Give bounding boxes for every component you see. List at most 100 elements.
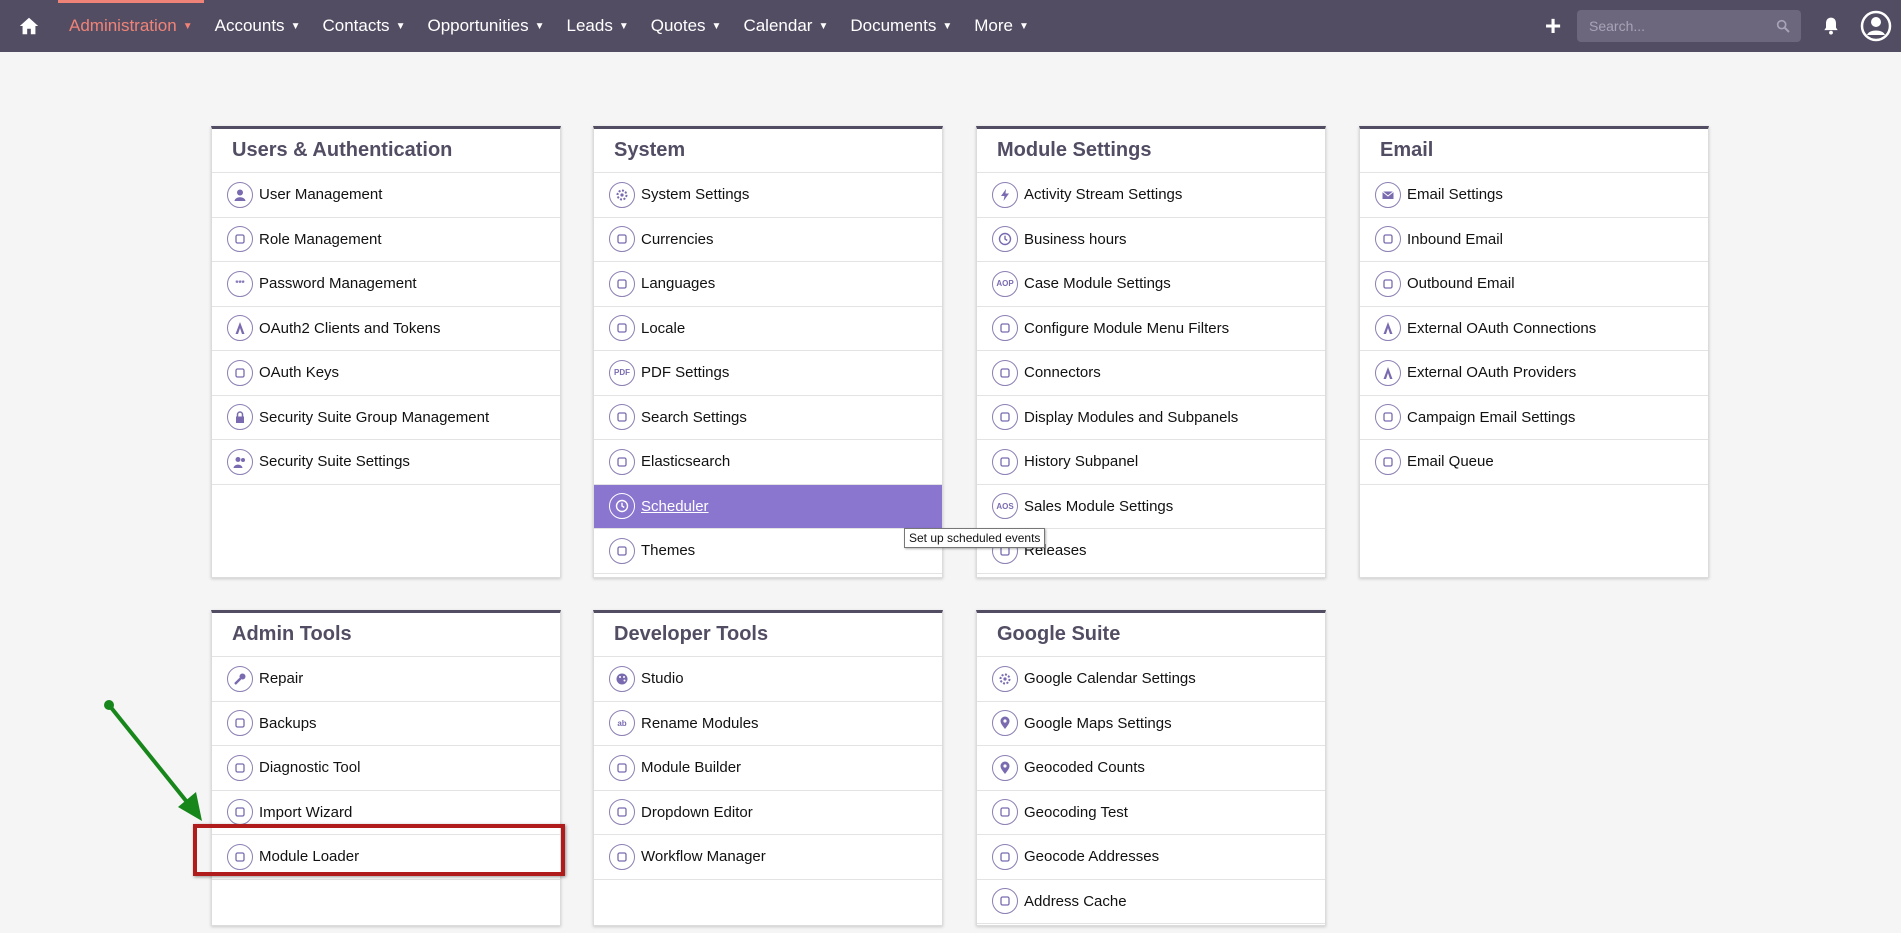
admin-link-label: Email Settings [1407,186,1503,204]
admin-link-google-maps-settings[interactable]: Google Maps Settings [977,702,1325,746]
admin-link-dropdown-editor[interactable]: Dropdown Editor [594,791,942,835]
admin-link-backups[interactable]: Backups [212,702,560,746]
admin-link-role-management[interactable]: Role Management [212,218,560,262]
panel-title: Email [1360,129,1708,173]
admin-link-sales-module-settings[interactable]: AOS Sales Module Settings [977,485,1325,529]
profile-button[interactable] [1851,0,1901,52]
admin-link-studio[interactable]: Studio [594,657,942,702]
elasticsearch-icon [609,448,635,475]
nav-item-documents[interactable]: Documents ▼ [839,0,963,52]
admin-link-external-oauth-connections[interactable]: External OAuth Connections [1360,307,1708,351]
scheduler-tooltip: Set up scheduled events [904,528,1046,548]
admin-link-rename-modules[interactable]: ab Rename Modules [594,702,942,746]
admin-link-diagnostic-tool[interactable]: Diagnostic Tool [212,746,560,791]
ab-icon: ab [609,710,635,737]
admin-link-label: Workflow Manager [641,848,766,866]
search-box[interactable] [1577,10,1801,42]
notifications-button[interactable] [1811,0,1851,52]
user-icon [227,181,253,208]
admin-link-pdf-settings[interactable]: PDF PDF Settings [594,351,942,396]
admin-link-case-module-settings[interactable]: AOP Case Module Settings [977,262,1325,307]
admin-link-business-hours[interactable]: Business hours [977,218,1325,262]
admin-link-label: OAuth Keys [259,364,340,382]
nav-item-label: Quotes [650,16,706,35]
nav-item-administration[interactable]: Administration ▼ [58,0,204,52]
key-icon [227,359,253,386]
admin-link-security-suite-settings[interactable]: Security Suite Settings [212,440,560,485]
speech-bubble-icon [609,270,635,297]
nav-item-label: Accounts [214,16,285,35]
home-icon [19,17,39,35]
admin-link-system-settings[interactable]: System Settings [594,173,942,218]
admin-link-outbound-email[interactable]: Outbound Email [1360,262,1708,307]
admin-link-repair[interactable]: Repair [212,657,560,702]
admin-link-workflow-manager[interactable]: Workflow Manager [594,835,942,880]
main-menu: Administration ▼ Accounts ▼ Contacts ▼ Opportu… [58,0,1040,52]
admin-link-configure-module-menu-filters[interactable]: Configure Module Menu Filters [977,307,1325,351]
admin-link-themes[interactable]: Themes [594,529,942,574]
nav-item-accounts[interactable]: Accounts ▼ [204,0,312,52]
admin-link-label: Locale [641,319,686,337]
admin-link-activity-stream-settings[interactable]: Activity Stream Settings [977,173,1325,218]
admin-link-display-modules-and-subpanels[interactable]: Display Modules and Subpanels [977,396,1325,440]
nav-item-leads[interactable]: Leads ▼ [556,0,640,52]
admin-link-connectors[interactable]: Connectors [977,351,1325,396]
admin-link-geocode-addresses[interactable]: Geocode Addresses [977,835,1325,880]
create-button[interactable]: + [1533,0,1573,52]
admin-link-elasticsearch[interactable]: Elasticsearch [594,440,942,485]
admin-link-label: External OAuth Connections [1407,319,1597,337]
nav-item-quotes[interactable]: Quotes ▼ [640,0,733,52]
admin-link-currencies[interactable]: Currencies [594,218,942,262]
admin-link-label: Security Suite Group Management [259,408,490,426]
panel-title: Admin Tools [212,613,560,657]
search-input[interactable] [1587,17,1775,35]
admin-link-label: Inbound Email [1407,230,1503,248]
admin-link-label: Geocoding Test [1024,803,1128,821]
admin-link-label: Sales Module Settings [1024,497,1174,515]
nav-item-more[interactable]: More ▼ [963,0,1040,52]
admin-link-locale[interactable]: Locale [594,307,942,351]
inbound-email-icon [1375,226,1401,253]
admin-link-scheduler[interactable]: Scheduler [594,484,942,529]
connectors-icon [992,359,1018,386]
admin-link-history-subpanel[interactable]: History Subpanel [977,440,1325,485]
search-settings-icon [609,404,635,431]
admin-link-oauth2-clients-and-tokens[interactable]: OAuth2 Clients and Tokens [212,307,560,351]
admin-link-oauth-keys[interactable]: OAuth Keys [212,351,560,396]
admin-link-address-cache[interactable]: Address Cache [977,880,1325,924]
admin-link-password-management[interactable]: *** Password Management [212,262,560,307]
admin-link-geocoded-counts[interactable]: Geocoded Counts [977,746,1325,791]
admin-link-email-queue[interactable]: Email Queue [1360,440,1708,485]
bell-icon [1824,17,1838,35]
oauth-icon [1375,315,1401,342]
admin-link-label: External OAuth Providers [1407,364,1577,382]
admin-link-label: Languages [641,275,716,293]
admin-link-campaign-email-settings[interactable]: Campaign Email Settings [1360,396,1708,440]
admin-link-geocoding-test[interactable]: Geocoding Test [977,791,1325,835]
geocode-icon [992,843,1018,870]
search-icon[interactable] [1775,18,1791,34]
admin-link-search-settings[interactable]: Search Settings [594,396,942,440]
admin-link-module-builder[interactable]: Module Builder [594,746,942,791]
lock-icon [227,404,253,431]
plus-icon: + [1544,10,1562,41]
admin-link-google-calendar-settings[interactable]: Google Calendar Settings [977,657,1325,702]
nav-item-opportunities[interactable]: Opportunities ▼ [416,0,555,52]
admin-link-inbound-email[interactable]: Inbound Email [1360,218,1708,262]
caret-down-icon: ▼ [942,20,953,32]
admin-link-user-management[interactable]: User Management [212,173,560,218]
admin-link-external-oauth-providers[interactable]: External OAuth Providers [1360,351,1708,396]
admin-link-languages[interactable]: Languages [594,262,942,307]
admin-link-label: Backups [259,714,317,732]
nav-item-label: Contacts [322,16,390,35]
themes-icon [609,537,635,564]
admin-link-security-suite-group-management[interactable]: Security Suite Group Management [212,396,560,440]
nav-item-calendar[interactable]: Calendar ▼ [732,0,839,52]
admin-link-label: Themes [641,542,696,560]
aos-icon: AOS [992,493,1018,520]
admin-link-email-settings[interactable]: Email Settings [1360,173,1708,218]
home-button[interactable] [0,0,58,52]
nav-item-contacts[interactable]: Contacts ▼ [311,0,416,52]
admin-link-label: Dropdown Editor [641,803,753,821]
admin-link-label: Password Management [259,275,417,293]
